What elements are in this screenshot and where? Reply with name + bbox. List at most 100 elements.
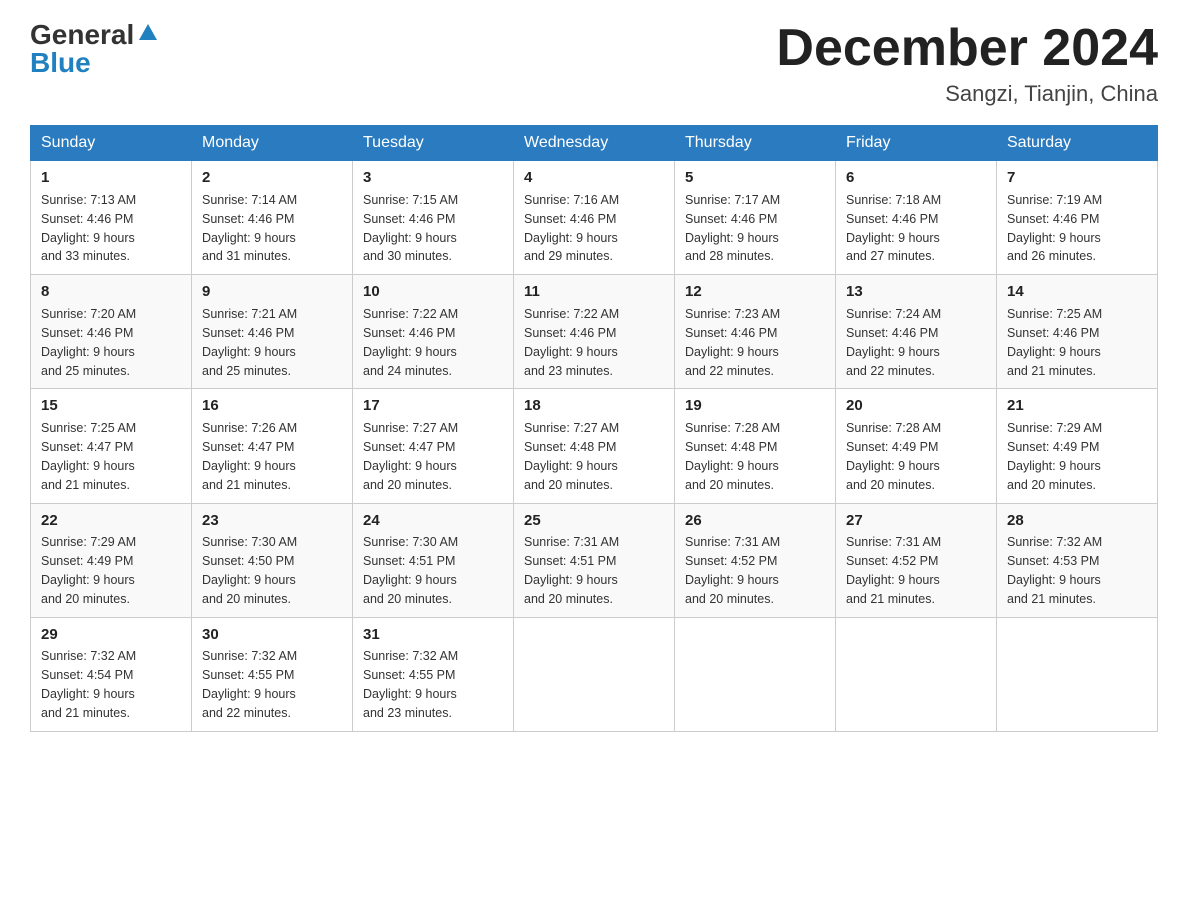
day-number: 19 xyxy=(685,395,825,417)
day-info: Sunrise: 7:30 AMSunset: 4:50 PMDaylight:… xyxy=(202,535,297,606)
calendar-cell: 25 Sunrise: 7:31 AMSunset: 4:51 PMDayligh… xyxy=(514,503,675,617)
day-info: Sunrise: 7:25 AMSunset: 4:47 PMDaylight:… xyxy=(41,421,136,492)
calendar-cell: 31 Sunrise: 7:32 AMSunset: 4:55 PMDayligh… xyxy=(353,617,514,731)
week-row-2: 8 Sunrise: 7:20 AMSunset: 4:46 PMDaylight… xyxy=(31,275,1158,389)
calendar-cell: 29 Sunrise: 7:32 AMSunset: 4:54 PMDayligh… xyxy=(31,617,192,731)
day-number: 14 xyxy=(1007,281,1147,303)
day-info: Sunrise: 7:16 AMSunset: 4:46 PMDaylight:… xyxy=(524,193,619,264)
day-info: Sunrise: 7:30 AMSunset: 4:51 PMDaylight:… xyxy=(363,535,458,606)
weekday-header-monday: Monday xyxy=(192,126,353,161)
location-title: Sangzi, Tianjin, China xyxy=(776,81,1158,107)
weekday-header-thursday: Thursday xyxy=(675,126,836,161)
weekday-header-friday: Friday xyxy=(836,126,997,161)
day-number: 22 xyxy=(41,510,181,532)
day-info: Sunrise: 7:32 AMSunset: 4:55 PMDaylight:… xyxy=(202,649,297,720)
calendar-cell: 14 Sunrise: 7:25 AMSunset: 4:46 PMDayligh… xyxy=(997,275,1158,389)
logo: General Blue xyxy=(30,20,159,77)
weekday-header-wednesday: Wednesday xyxy=(514,126,675,161)
week-row-3: 15 Sunrise: 7:25 AMSunset: 4:47 PMDayligh… xyxy=(31,389,1158,503)
calendar-cell: 28 Sunrise: 7:32 AMSunset: 4:53 PMDayligh… xyxy=(997,503,1158,617)
day-info: Sunrise: 7:27 AMSunset: 4:48 PMDaylight:… xyxy=(524,421,619,492)
logo-blue: Blue xyxy=(30,49,91,77)
calendar-cell: 3 Sunrise: 7:15 AMSunset: 4:46 PMDaylight… xyxy=(353,161,514,275)
week-row-1: 1 Sunrise: 7:13 AMSunset: 4:46 PMDaylight… xyxy=(31,161,1158,275)
day-number: 12 xyxy=(685,281,825,303)
day-info: Sunrise: 7:20 AMSunset: 4:46 PMDaylight:… xyxy=(41,307,136,378)
day-number: 30 xyxy=(202,624,342,646)
day-info: Sunrise: 7:31 AMSunset: 4:52 PMDaylight:… xyxy=(685,535,780,606)
weekday-header-sunday: Sunday xyxy=(31,126,192,161)
day-number: 21 xyxy=(1007,395,1147,417)
day-info: Sunrise: 7:15 AMSunset: 4:46 PMDaylight:… xyxy=(363,193,458,264)
day-number: 25 xyxy=(524,510,664,532)
day-number: 2 xyxy=(202,167,342,189)
day-info: Sunrise: 7:28 AMSunset: 4:48 PMDaylight:… xyxy=(685,421,780,492)
calendar-cell xyxy=(675,617,836,731)
day-number: 27 xyxy=(846,510,986,532)
day-number: 1 xyxy=(41,167,181,189)
day-info: Sunrise: 7:13 AMSunset: 4:46 PMDaylight:… xyxy=(41,193,136,264)
calendar-cell: 12 Sunrise: 7:23 AMSunset: 4:46 PMDayligh… xyxy=(675,275,836,389)
calendar-cell: 8 Sunrise: 7:20 AMSunset: 4:46 PMDaylight… xyxy=(31,275,192,389)
calendar-cell: 6Sunrise: 7:18 AMSunset: 4:46 PMDaylight… xyxy=(836,161,997,275)
day-number: 29 xyxy=(41,624,181,646)
day-info: Sunrise: 7:23 AMSunset: 4:46 PMDaylight:… xyxy=(685,307,780,378)
logo-icon xyxy=(137,22,159,44)
day-number: 9 xyxy=(202,281,342,303)
day-number: 23 xyxy=(202,510,342,532)
day-number: 17 xyxy=(363,395,503,417)
day-number: 16 xyxy=(202,395,342,417)
day-number: 31 xyxy=(363,624,503,646)
day-number: 4 xyxy=(524,167,664,189)
calendar-cell: 17 Sunrise: 7:27 AMSunset: 4:47 PMDayligh… xyxy=(353,389,514,503)
day-number: 8 xyxy=(41,281,181,303)
day-number: 26 xyxy=(685,510,825,532)
page-header: General Blue December 2024 Sangzi, Tianj… xyxy=(30,20,1158,107)
calendar-cell xyxy=(836,617,997,731)
calendar-cell xyxy=(514,617,675,731)
day-info: Sunrise: 7:28 AMSunset: 4:49 PMDaylight:… xyxy=(846,421,941,492)
calendar-cell: 11Sunrise: 7:22 AMSunset: 4:46 PMDayligh… xyxy=(514,275,675,389)
day-info: Sunrise: 7:24 AMSunset: 4:46 PMDaylight:… xyxy=(846,307,941,378)
calendar-cell: 27 Sunrise: 7:31 AMSunset: 4:52 PMDayligh… xyxy=(836,503,997,617)
day-info: Sunrise: 7:26 AMSunset: 4:47 PMDaylight:… xyxy=(202,421,297,492)
calendar-cell: 10Sunrise: 7:22 AMSunset: 4:46 PMDayligh… xyxy=(353,275,514,389)
calendar-cell: 20 Sunrise: 7:28 AMSunset: 4:49 PMDayligh… xyxy=(836,389,997,503)
day-info: Sunrise: 7:32 AMSunset: 4:54 PMDaylight:… xyxy=(41,649,136,720)
day-number: 18 xyxy=(524,395,664,417)
day-info: Sunrise: 7:31 AMSunset: 4:51 PMDaylight:… xyxy=(524,535,619,606)
day-number: 13 xyxy=(846,281,986,303)
calendar-cell: 18 Sunrise: 7:27 AMSunset: 4:48 PMDayligh… xyxy=(514,389,675,503)
day-info: Sunrise: 7:32 AMSunset: 4:53 PMDaylight:… xyxy=(1007,535,1102,606)
weekday-header-row: SundayMondayTuesdayWednesdayThursdayFrid… xyxy=(31,126,1158,161)
day-info: Sunrise: 7:14 AMSunset: 4:46 PMDaylight:… xyxy=(202,193,297,264)
day-info: Sunrise: 7:19 AMSunset: 4:46 PMDaylight:… xyxy=(1007,193,1102,264)
calendar-cell: 7Sunrise: 7:19 AMSunset: 4:46 PMDaylight… xyxy=(997,161,1158,275)
day-number: 3 xyxy=(363,167,503,189)
calendar-cell: 9Sunrise: 7:21 AMSunset: 4:46 PMDaylight… xyxy=(192,275,353,389)
calendar-cell: 13 Sunrise: 7:24 AMSunset: 4:46 PMDayligh… xyxy=(836,275,997,389)
day-number: 6 xyxy=(846,167,986,189)
day-number: 24 xyxy=(363,510,503,532)
calendar-cell: 4 Sunrise: 7:16 AMSunset: 4:46 PMDaylight… xyxy=(514,161,675,275)
month-title: December 2024 xyxy=(776,20,1158,77)
calendar-cell: 19 Sunrise: 7:28 AMSunset: 4:48 PMDayligh… xyxy=(675,389,836,503)
calendar-cell: 16 Sunrise: 7:26 AMSunset: 4:47 PMDayligh… xyxy=(192,389,353,503)
calendar-cell: 2 Sunrise: 7:14 AMSunset: 4:46 PMDaylight… xyxy=(192,161,353,275)
week-row-5: 29 Sunrise: 7:32 AMSunset: 4:54 PMDayligh… xyxy=(31,617,1158,731)
calendar-cell xyxy=(997,617,1158,731)
day-info: Sunrise: 7:25 AMSunset: 4:46 PMDaylight:… xyxy=(1007,307,1102,378)
day-info: Sunrise: 7:31 AMSunset: 4:52 PMDaylight:… xyxy=(846,535,941,606)
day-info: Sunrise: 7:17 AMSunset: 4:46 PMDaylight:… xyxy=(685,193,780,264)
day-info: Sunrise: 7:32 AMSunset: 4:55 PMDaylight:… xyxy=(363,649,458,720)
calendar-cell: 15 Sunrise: 7:25 AMSunset: 4:47 PMDayligh… xyxy=(31,389,192,503)
weekday-header-tuesday: Tuesday xyxy=(353,126,514,161)
day-info: Sunrise: 7:22 AMSunset: 4:46 PMDaylight:… xyxy=(524,307,619,378)
day-number: 20 xyxy=(846,395,986,417)
logo-general: General xyxy=(30,21,134,49)
calendar-cell: 24 Sunrise: 7:30 AMSunset: 4:51 PMDayligh… xyxy=(353,503,514,617)
calendar-cell: 26 Sunrise: 7:31 AMSunset: 4:52 PMDayligh… xyxy=(675,503,836,617)
day-number: 28 xyxy=(1007,510,1147,532)
day-info: Sunrise: 7:27 AMSunset: 4:47 PMDaylight:… xyxy=(363,421,458,492)
day-number: 15 xyxy=(41,395,181,417)
